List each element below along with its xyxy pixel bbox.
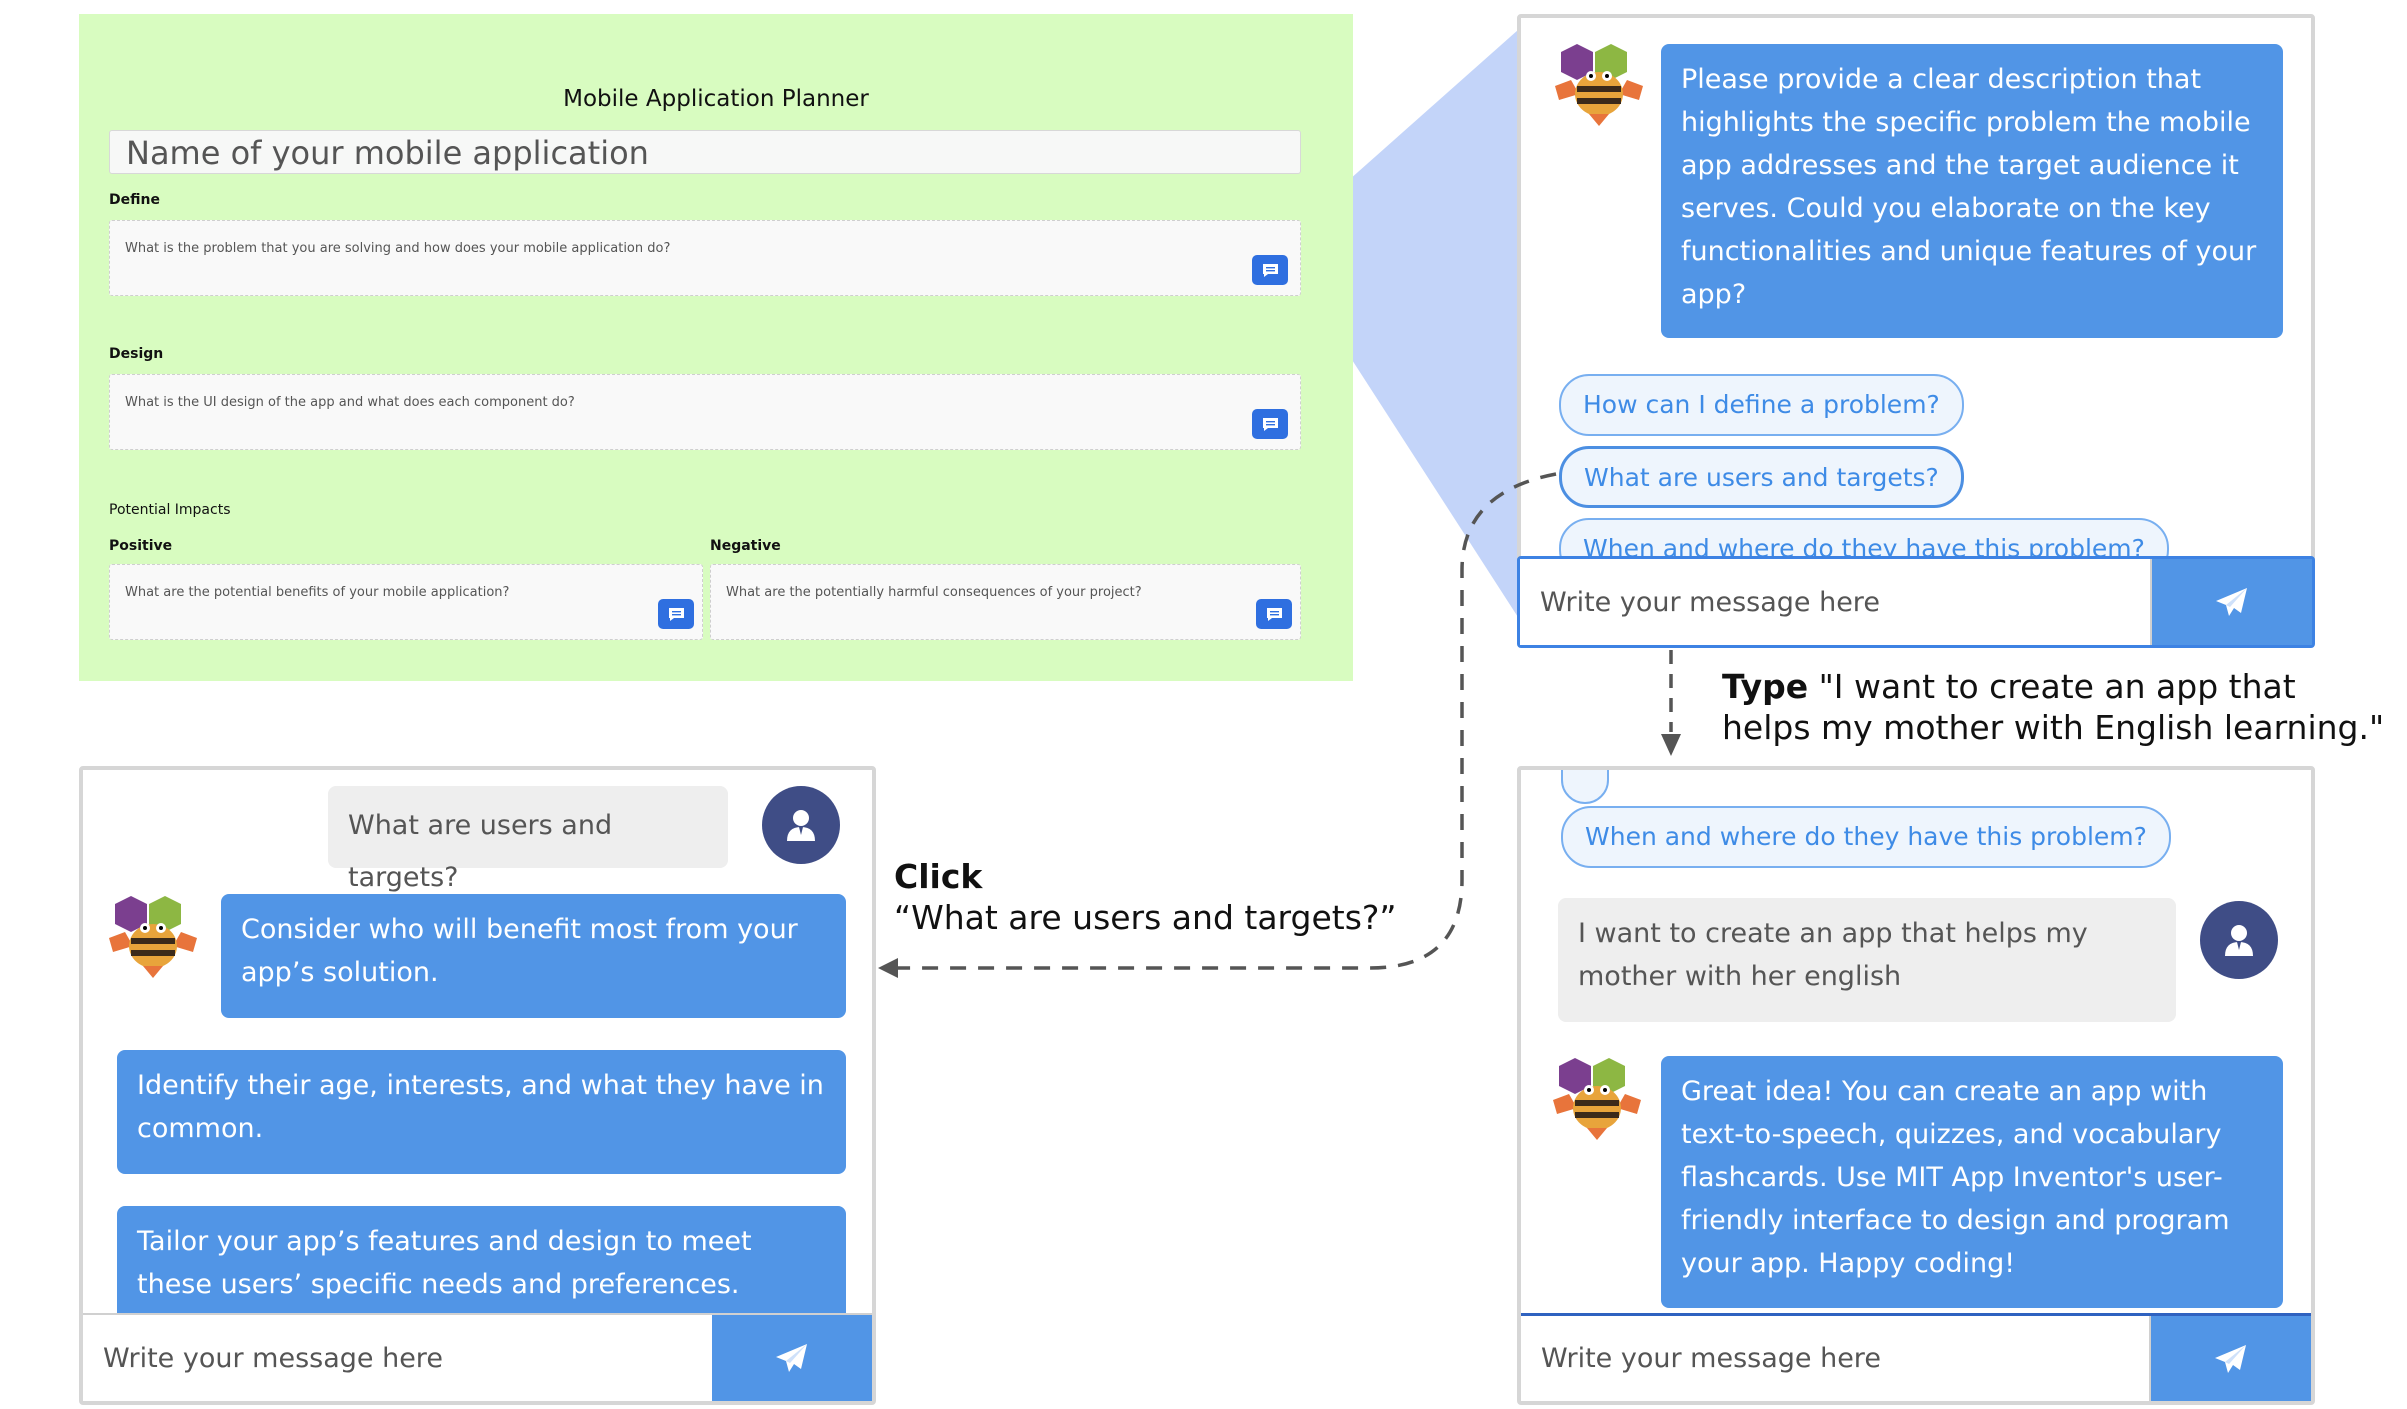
type-annotation-line2: helps my mother with English learning." [1722,708,2385,747]
type-annotation-bold: Type [1722,667,1809,706]
click-annotation: Click “What are users and targets?” [894,856,1454,938]
type-annotation-line1: "I want to create an app that [1818,667,2296,706]
type-arrowhead [1661,734,1681,756]
click-annotation-text: “What are users and targets?” [894,898,1397,937]
click-arrowhead [878,958,898,978]
type-annotation: Type "I want to create an app that helps… [1722,666,2402,748]
click-annotation-bold: Click [894,857,983,896]
